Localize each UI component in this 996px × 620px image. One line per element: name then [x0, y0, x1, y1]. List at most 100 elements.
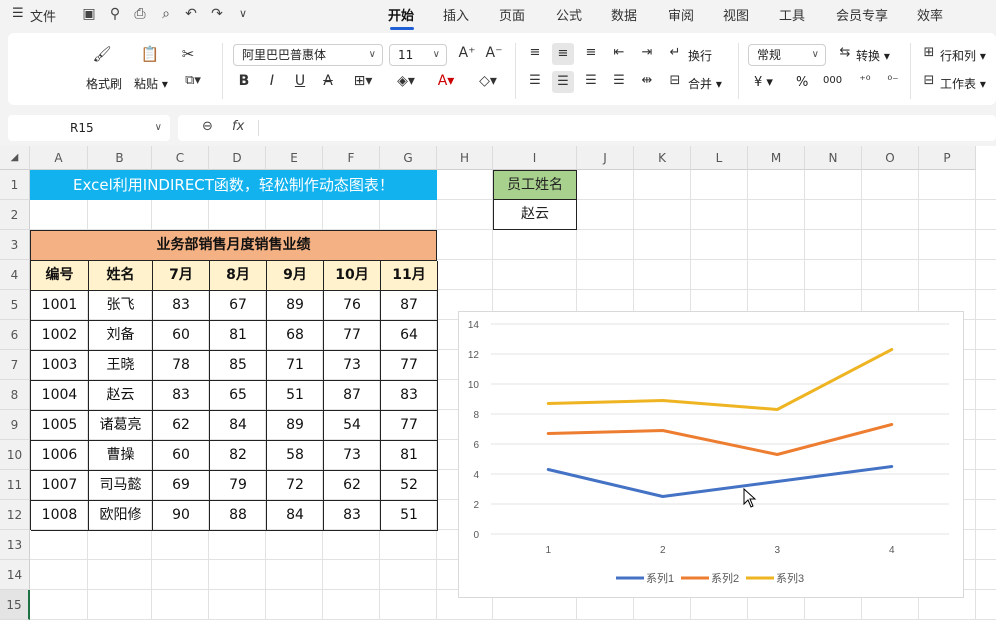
- tab-0[interactable]: 开始: [388, 5, 414, 24]
- column-header-A[interactable]: A: [30, 146, 88, 170]
- row-header-8[interactable]: 8: [0, 380, 30, 410]
- row-header-1[interactable]: 1: [0, 170, 30, 200]
- row-header-14[interactable]: 14: [0, 560, 30, 590]
- increase-font-icon[interactable]: A⁺: [457, 45, 477, 61]
- table-header-cell[interactable]: 9月: [267, 261, 324, 291]
- table-cell[interactable]: 89: [267, 291, 324, 321]
- font-color-icon[interactable]: A▾: [431, 73, 461, 89]
- table-cell[interactable]: 83: [324, 501, 381, 531]
- table-cell[interactable]: 81: [210, 321, 267, 351]
- increase-indent-icon[interactable]: ⇥: [638, 45, 656, 60]
- table-cell[interactable]: 67: [210, 291, 267, 321]
- paste-button[interactable]: 粘贴 ▾: [134, 75, 168, 92]
- convert-button[interactable]: 转换 ▾: [856, 47, 890, 64]
- share-icon[interactable]: ⚲: [106, 5, 124, 23]
- column-header-B[interactable]: B: [88, 146, 152, 170]
- align-middle-icon[interactable]: ≡: [552, 43, 574, 65]
- column-header-J[interactable]: J: [577, 146, 634, 170]
- align-bottom-icon[interactable]: ≡: [582, 45, 600, 60]
- row-header-4[interactable]: 4: [0, 260, 30, 290]
- merge-icon[interactable]: ⊟: [666, 73, 684, 88]
- row-col-button[interactable]: 行和列 ▾: [940, 47, 986, 64]
- table-cell[interactable]: 72: [267, 471, 324, 501]
- column-header-M[interactable]: M: [748, 146, 805, 170]
- row-header-7[interactable]: 7: [0, 350, 30, 380]
- decrease-indent-icon[interactable]: ⇤: [610, 45, 628, 60]
- convert-icon[interactable]: ⇆: [836, 45, 854, 60]
- font-size-select[interactable]: 11 ∨: [389, 44, 447, 66]
- table-cell[interactable]: 1003: [31, 351, 89, 381]
- number-format-select[interactable]: 常规 ∨: [748, 44, 826, 66]
- table-cell[interactable]: 62: [324, 471, 381, 501]
- table-cell[interactable]: 87: [324, 381, 381, 411]
- sheet-title-cell[interactable]: Excel利用INDIRECT函数，轻松制作动态图表！: [30, 170, 437, 200]
- undo-icon[interactable]: ↶: [182, 5, 200, 23]
- table-cell[interactable]: 84: [267, 501, 324, 531]
- table-cell[interactable]: 73: [324, 441, 381, 471]
- table-cell[interactable]: 84: [210, 411, 267, 441]
- table-cell[interactable]: 89: [267, 411, 324, 441]
- table-cell[interactable]: 54: [324, 411, 381, 441]
- strikethrough-button[interactable]: A: [320, 73, 336, 89]
- chevron-down-icon[interactable]: ∨: [234, 5, 252, 23]
- table-cell[interactable]: 1006: [31, 441, 89, 471]
- table-cell[interactable]: 1002: [31, 321, 89, 351]
- row-header-9[interactable]: 9: [0, 410, 30, 440]
- print-preview-icon[interactable]: ⌕: [157, 5, 175, 23]
- table-header-cell[interactable]: 7月: [153, 261, 210, 291]
- table-cell[interactable]: 87: [381, 291, 438, 321]
- select-all-corner[interactable]: ◢: [0, 146, 30, 170]
- table-cell[interactable]: 60: [153, 441, 210, 471]
- tab-6[interactable]: 视图: [723, 5, 749, 24]
- column-header-P[interactable]: P: [919, 146, 976, 170]
- wrap-text-button[interactable]: 换行: [688, 47, 712, 64]
- align-right-icon[interactable]: ☰: [582, 73, 600, 88]
- table-cell[interactable]: 1004: [31, 381, 89, 411]
- wrap-text-icon[interactable]: ↵: [666, 45, 684, 60]
- table-header-cell[interactable]: 11月: [381, 261, 438, 291]
- table-cell[interactable]: 王晓: [89, 351, 153, 381]
- table-cell[interactable]: 90: [153, 501, 210, 531]
- redo-icon[interactable]: ↷: [208, 5, 226, 23]
- tab-9[interactable]: 效率: [917, 5, 943, 24]
- table-cell[interactable]: 司马懿: [89, 471, 153, 501]
- table-cell[interactable]: 78: [153, 351, 210, 381]
- thousands-button[interactable]: 000: [823, 75, 842, 86]
- employee-value-cell[interactable]: 赵云: [494, 200, 576, 229]
- table-cell[interactable]: 65: [210, 381, 267, 411]
- chevron-down-icon[interactable]: ∨: [155, 115, 162, 141]
- font-name-select[interactable]: 阿里巴巴普惠体 ∨: [233, 44, 383, 66]
- italic-button[interactable]: I: [264, 73, 280, 89]
- app-menu-icon[interactable]: ☰: [12, 6, 24, 21]
- table-cell[interactable]: 1001: [31, 291, 89, 321]
- border-icon[interactable]: ⊞▾: [348, 73, 378, 89]
- merge-button[interactable]: 合并 ▾: [688, 75, 722, 92]
- table-cell[interactable]: 77: [381, 411, 438, 441]
- distribute-icon[interactable]: ⇹: [638, 73, 656, 88]
- table-cell[interactable]: 1005: [31, 411, 89, 441]
- row-header-6[interactable]: 6: [0, 320, 30, 350]
- column-header-E[interactable]: E: [266, 146, 323, 170]
- table-cell[interactable]: 52: [381, 471, 438, 501]
- name-box[interactable]: R15 ∨: [8, 115, 170, 141]
- column-header-N[interactable]: N: [805, 146, 862, 170]
- tab-4[interactable]: 数据: [611, 5, 637, 24]
- table-header-cell[interactable]: 编号: [31, 261, 89, 291]
- row-header-13[interactable]: 13: [0, 530, 30, 560]
- clear-icon[interactable]: ◇▾: [473, 73, 503, 89]
- fx-icon[interactable]: fx: [232, 119, 244, 134]
- paste-icon[interactable]: 📋: [140, 45, 160, 63]
- employee-label-cell[interactable]: 员工姓名: [494, 171, 576, 200]
- table-cell[interactable]: 83: [381, 381, 438, 411]
- table-cell[interactable]: 77: [381, 351, 438, 381]
- column-header-I[interactable]: I: [493, 146, 577, 170]
- table-cell[interactable]: 张飞: [89, 291, 153, 321]
- row-col-icon[interactable]: ⊞: [921, 45, 937, 60]
- align-top-icon[interactable]: ≡: [526, 45, 544, 60]
- tab-2[interactable]: 页面: [499, 5, 525, 24]
- cut-icon[interactable]: ✂: [178, 45, 198, 63]
- table-cell[interactable]: 73: [324, 351, 381, 381]
- currency-button[interactable]: ¥ ▾: [754, 75, 773, 90]
- table-cell[interactable]: 81: [381, 441, 438, 471]
- table-cell[interactable]: 83: [153, 381, 210, 411]
